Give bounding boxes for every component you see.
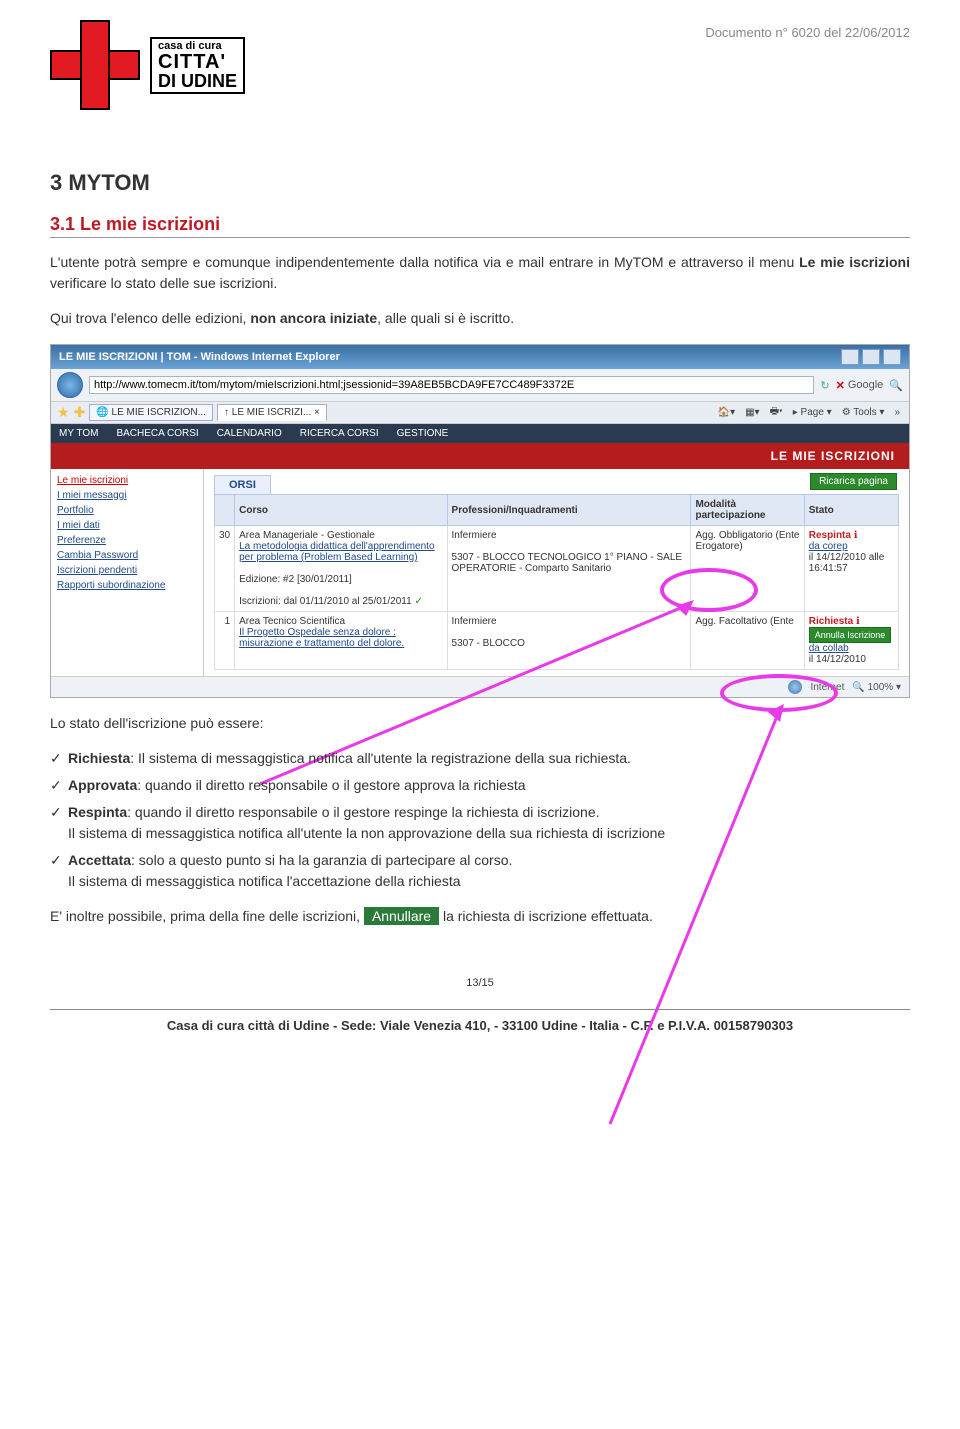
screenshot-ie-window: LE MIE ISCRIZIONI | TOM - Windows Intern… (50, 344, 910, 698)
globe-icon (788, 680, 802, 694)
menu-bacheca[interactable]: BACHECA CORSI (116, 428, 198, 439)
info-icon: ℹ (854, 530, 858, 541)
states-list: Richiesta: Il sistema di messaggistica n… (50, 748, 910, 892)
cell-mod: Agg. Facoltativo (Ente (691, 612, 804, 670)
status-zone: Internet (810, 682, 844, 693)
states-intro: Lo stato dell'iscrizione può essere: (50, 713, 910, 734)
page-footer: Casa di cura città di Udine - Sede: Vial… (50, 1009, 910, 1033)
menu-ricerca[interactable]: RICERCA CORSI (300, 428, 379, 439)
outro-paragraph: E' inoltre possibile, prima della fine d… (50, 906, 910, 927)
annulla-iscrizione-button[interactable]: Annulla Iscrizione (809, 627, 892, 643)
search-icon[interactable]: 🔍 (889, 379, 903, 392)
menu-mytom[interactable]: MY TOM (59, 428, 98, 439)
red-cross-icon (50, 20, 140, 110)
side-le-mie-iscrizioni[interactable]: Le mie iscrizioni (57, 473, 197, 488)
tom-page-title: LE MIE ISCRIZIONI (51, 443, 909, 469)
logo: casa di cura CITTA' DI UDINE (50, 20, 245, 110)
check-icon: ✓ (414, 596, 422, 607)
menu-calendario[interactable]: CALENDARIO (217, 428, 282, 439)
home-icon[interactable]: 🏠▾ (715, 407, 738, 418)
cell-prof: Infermiere 5307 - BLOCCO (447, 612, 691, 670)
th-mod: Modalità partecipazione (691, 495, 804, 526)
favorites-icon[interactable]: ★ (57, 404, 70, 421)
info-icon: ℹ (856, 616, 860, 627)
subsection-title: 3.1 Le mie iscrizioni (50, 214, 910, 238)
iscrizioni-table: Corso Professioni/Inquadramenti Modalità… (214, 494, 899, 670)
side-miei-dati[interactable]: I miei dati (57, 518, 197, 533)
annullare-button-inline: Annullare (364, 907, 439, 925)
cell-stato: Richiesta ℹ Annulla Iscrizione da collab… (804, 612, 898, 670)
tom-main: ORSI Ricarica pagina Corso Professioni/I… (204, 469, 909, 676)
page-number: 13/15 (50, 977, 910, 989)
browser-tab-2[interactable]: ↑ LE MIE ISCRIZI... × (217, 404, 327, 421)
state-item: Approvata: quando il diretto responsabil… (68, 775, 910, 796)
tom-sidebar: Le mie iscrizioni I miei messaggi Portfo… (51, 469, 204, 676)
table-row: 30 Area Manageriale - Gestionale La meto… (215, 526, 899, 612)
back-button-icon[interactable] (57, 372, 83, 398)
cell-mod: Agg. Obbligatorio (Ente Erogatore) (691, 526, 804, 612)
user-link[interactable]: da corep (809, 541, 848, 552)
menu-gestione[interactable]: GESTIONE (397, 428, 449, 439)
side-portfolio[interactable]: Portfolio (57, 503, 197, 518)
side-preferenze[interactable]: Preferenze (57, 533, 197, 548)
ie-status-bar: Internet 🔍 100% ▾ (51, 676, 909, 697)
print-icon[interactable]: 🖶▾ (767, 404, 786, 421)
url-input[interactable] (89, 376, 814, 394)
th-prof: Professioni/Inquadramenti (447, 495, 691, 526)
ricarica-button[interactable]: Ricarica pagina (810, 473, 897, 490)
page-header: casa di cura CITTA' DI UDINE Documento n… (50, 20, 910, 110)
th-stato: Stato (804, 495, 898, 526)
side-messaggi[interactable]: I miei messaggi (57, 488, 197, 503)
refresh-icon[interactable]: ↻ (820, 379, 829, 392)
zoom-label[interactable]: 🔍 100% ▾ (852, 682, 901, 693)
maximize-icon[interactable] (862, 349, 880, 365)
close-icon[interactable] (883, 349, 901, 365)
ie-titlebar: LE MIE ISCRIZIONI | TOM - Windows Intern… (51, 345, 909, 369)
section-title: 3 MYTOM (50, 170, 910, 196)
cell-num: 30 (215, 526, 235, 612)
add-favorite-icon[interactable]: ✚ (74, 404, 86, 421)
cell-num: 1 (215, 612, 235, 670)
intro-paragraph-2: Qui trova l'elenco delle edizioni, non a… (50, 308, 910, 329)
corso-link[interactable]: La metodologia didattica dell'apprendime… (239, 541, 434, 563)
orsi-tab[interactable]: ORSI (214, 475, 271, 494)
state-item: Richiesta: Il sistema di messaggistica n… (68, 748, 910, 769)
ie-tab-row: ★ ✚ 🌐 LE MIE ISCRIZION... ↑ LE MIE ISCRI… (51, 402, 909, 424)
cell-corso: Area Manageriale - Gestionale La metodol… (235, 526, 447, 612)
th-corso: Corso (235, 495, 447, 526)
tom-top-menu: MY TOM BACHECA CORSI CALENDARIO RICERCA … (51, 424, 909, 443)
browser-tab-1[interactable]: 🌐 LE MIE ISCRIZION... (89, 404, 213, 421)
page-menu[interactable]: ▸ Page ▾ (790, 407, 835, 418)
more-icon[interactable]: » (891, 407, 903, 418)
cell-corso: Area Tecnico Scientifica Il Progetto Osp… (235, 612, 447, 670)
side-cambia-password[interactable]: Cambia Password (57, 548, 197, 563)
document-number: Documento n° 6020 del 22/06/2012 (705, 20, 910, 40)
search-engine-label: Google (848, 379, 883, 391)
th-num (215, 495, 235, 526)
close-search-icon[interactable]: ✕ (836, 379, 845, 392)
state-item: Respinta: quando il diretto responsabile… (68, 802, 910, 844)
user-link[interactable]: da collab (809, 643, 849, 654)
table-row: 1 Area Tecnico Scientifica Il Progetto O… (215, 612, 899, 670)
cell-prof: Infermiere 5307 - BLOCCO TECNOLOGICO 1° … (447, 526, 691, 612)
intro-paragraph-1: L'utente potrà sempre e comunque indipen… (50, 252, 910, 294)
corso-link[interactable]: Il Progetto Ospedale senza dolore : misu… (239, 627, 404, 649)
tools-menu[interactable]: ⚙ Tools ▾ (839, 407, 888, 418)
cell-stato: Respinta ℹ da corep il 14/12/2010 alle 1… (804, 526, 898, 612)
ie-address-bar: ↻ ✕Google 🔍 (51, 369, 909, 402)
side-rapporti[interactable]: Rapporti subordinazione (57, 578, 197, 593)
side-iscrizioni-pendenti[interactable]: Iscrizioni pendenti (57, 563, 197, 578)
state-item: Accettata: solo a questo punto si ha la … (68, 850, 910, 892)
logo-text: casa di cura CITTA' DI UDINE (150, 37, 245, 94)
feeds-icon[interactable]: ▦▾ (742, 407, 762, 418)
minimize-icon[interactable] (841, 349, 859, 365)
